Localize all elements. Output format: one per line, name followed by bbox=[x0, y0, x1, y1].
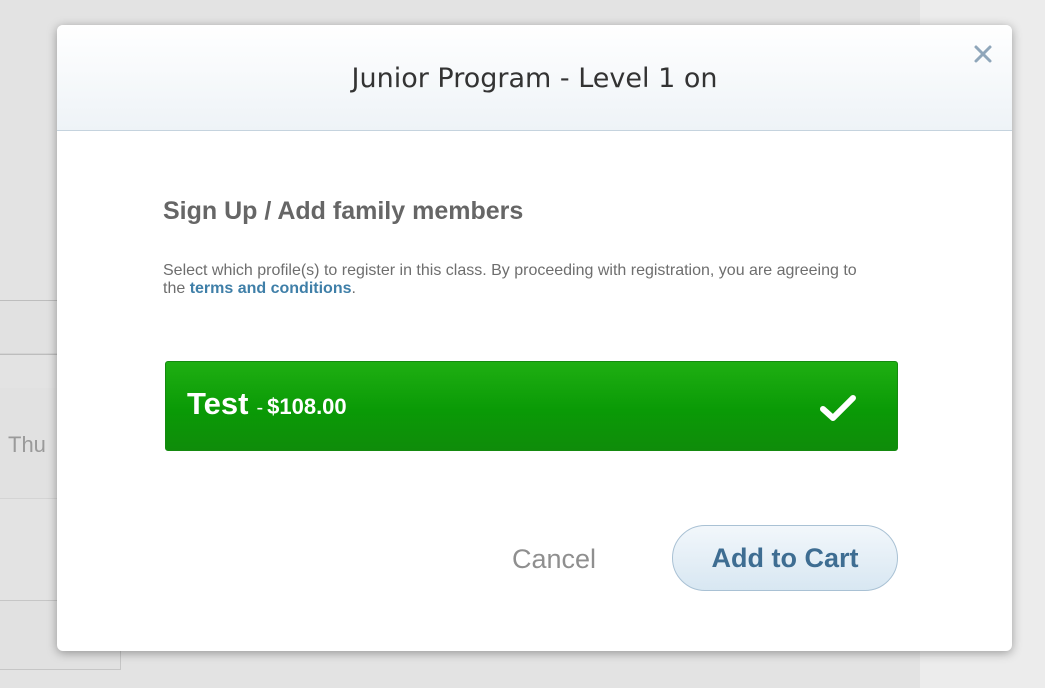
background-row bbox=[0, 301, 60, 354]
background-divider bbox=[0, 354, 60, 355]
description-suffix: . bbox=[351, 280, 356, 297]
section-heading: Sign Up / Add family members bbox=[163, 197, 524, 225]
background-row-text: Thu bbox=[8, 432, 46, 457]
add-to-cart-button[interactable]: Add to Cart bbox=[672, 525, 898, 591]
check-icon bbox=[820, 395, 856, 421]
profile-name: Test bbox=[187, 386, 249, 421]
cancel-button[interactable]: Cancel bbox=[489, 537, 619, 581]
registration-description: Select which profile(s) to register in t… bbox=[163, 262, 863, 298]
modal-title: Junior Program - Level 1 on bbox=[351, 63, 718, 94]
profile-price: $108.00 bbox=[267, 394, 347, 419]
terms-and-conditions-link[interactable]: terms and conditions bbox=[190, 280, 352, 297]
close-icon bbox=[974, 45, 992, 63]
profile-option-test[interactable]: Test - $108.00 bbox=[165, 361, 898, 451]
profile-separator: - bbox=[256, 397, 264, 419]
close-button[interactable] bbox=[970, 41, 996, 67]
modal-header: Junior Program - Level 1 on bbox=[57, 25, 1012, 131]
signup-modal: Junior Program - Level 1 on Sign Up / Ad… bbox=[57, 25, 1012, 651]
profile-label: Test - $108.00 bbox=[187, 386, 347, 422]
